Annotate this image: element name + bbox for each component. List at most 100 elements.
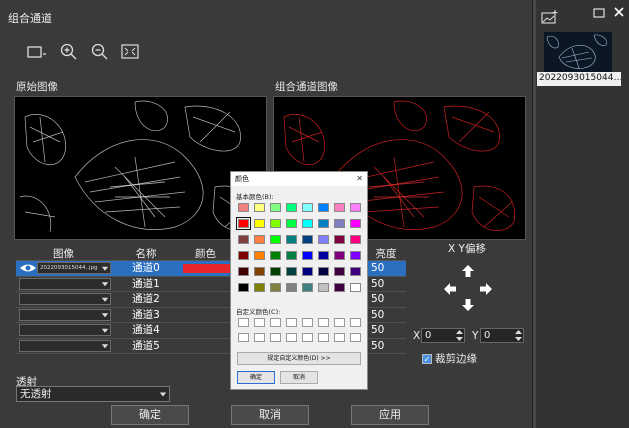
arrow-up-icon[interactable] (461, 264, 475, 278)
arrow-left-icon[interactable] (443, 282, 457, 296)
custom-color-swatch[interactable] (350, 333, 361, 342)
custom-color-swatch[interactable] (286, 333, 297, 342)
image-file-select[interactable] (19, 293, 111, 306)
basic-color-swatch[interactable] (350, 251, 361, 260)
custom-color-swatch[interactable] (334, 318, 345, 327)
basic-color-swatch[interactable] (254, 251, 265, 260)
image-thumbnail[interactable] (544, 32, 612, 72)
custom-color-swatch[interactable] (270, 318, 281, 327)
cancel-button[interactable]: 取消 (231, 405, 309, 425)
basic-color-swatch[interactable] (254, 283, 265, 292)
rect-select-icon[interactable] (26, 42, 48, 62)
image-file-select[interactable] (19, 339, 111, 352)
basic-color-swatch[interactable] (318, 267, 329, 276)
spin-arrows-icon[interactable] (456, 330, 463, 341)
zoom-in-icon[interactable] (58, 42, 80, 62)
custom-color-swatch[interactable] (334, 333, 345, 342)
basic-color-swatch[interactable] (270, 235, 281, 244)
basic-color-swatch[interactable] (302, 251, 313, 260)
basic-color-swatch[interactable] (318, 235, 329, 244)
channel-brightness[interactable]: 50 (366, 308, 406, 323)
arrow-right-icon[interactable] (479, 282, 493, 296)
basic-color-swatch[interactable] (270, 267, 281, 276)
channel-brightness[interactable]: 50 (366, 277, 406, 292)
checkbox-checked-icon[interactable]: ✓ (422, 353, 432, 364)
basic-color-swatch[interactable] (302, 219, 313, 228)
define-custom-colors-button[interactable]: 规定自定义颜色(D) >> (237, 352, 361, 365)
restore-window-icon[interactable] (593, 8, 605, 18)
y-offset-input[interactable]: 0 (480, 328, 524, 343)
dialog-ok-button[interactable]: 确定 (237, 371, 275, 384)
channel-brightness[interactable]: 50 (366, 261, 406, 276)
basic-color-swatch[interactable] (254, 267, 265, 276)
basic-color-swatch[interactable] (350, 203, 361, 212)
channel-brightness[interactable]: 50 (366, 339, 406, 354)
basic-color-swatch[interactable] (254, 235, 265, 244)
basic-color-swatch[interactable] (318, 283, 329, 292)
basic-color-swatch[interactable] (286, 235, 297, 244)
image-file-select[interactable] (19, 324, 111, 337)
basic-color-swatch[interactable] (350, 219, 361, 228)
basic-color-swatch[interactable] (238, 203, 249, 212)
basic-color-swatch[interactable] (334, 267, 345, 276)
basic-color-swatch[interactable] (254, 219, 265, 228)
basic-color-swatch[interactable] (236, 217, 251, 230)
basic-color-swatch[interactable] (238, 251, 249, 260)
basic-color-swatch[interactable] (302, 203, 313, 212)
apply-button[interactable]: 应用 (351, 405, 429, 425)
image-file-select[interactable]: 2022093015044..jpg (37, 262, 111, 275)
basic-color-swatch[interactable] (350, 235, 361, 244)
crop-edge-checkbox[interactable]: ✓ 裁剪边缘 (422, 351, 477, 366)
basic-color-swatch[interactable] (334, 251, 345, 260)
spin-arrows-icon[interactable] (515, 330, 522, 341)
custom-color-swatch[interactable] (350, 318, 361, 327)
custom-color-swatch[interactable] (318, 318, 329, 327)
basic-color-swatch[interactable] (238, 235, 249, 244)
custom-color-swatch[interactable] (318, 333, 329, 342)
fit-to-window-icon[interactable] (120, 42, 142, 62)
basic-color-swatch[interactable] (270, 219, 281, 228)
basic-color-swatch[interactable] (286, 219, 297, 228)
x-offset-input[interactable]: 0 (421, 328, 465, 343)
basic-color-swatch[interactable] (238, 267, 249, 276)
basic-color-swatch[interactable] (286, 203, 297, 212)
basic-color-swatch[interactable] (270, 283, 281, 292)
custom-color-swatch[interactable] (254, 333, 265, 342)
custom-color-swatch[interactable] (238, 333, 249, 342)
basic-color-swatch[interactable] (302, 235, 313, 244)
visibility-eye-icon[interactable] (19, 262, 37, 274)
custom-color-swatch[interactable] (302, 333, 313, 342)
basic-color-swatch[interactable] (318, 251, 329, 260)
image-file-select[interactable] (19, 277, 111, 290)
custom-color-swatch[interactable] (286, 318, 297, 327)
basic-color-swatch[interactable] (318, 203, 329, 212)
basic-color-swatch[interactable] (350, 267, 361, 276)
basic-color-swatch[interactable] (302, 283, 313, 292)
custom-color-swatch[interactable] (238, 318, 249, 327)
basic-color-swatch[interactable] (350, 283, 361, 292)
basic-color-swatch[interactable] (302, 267, 313, 276)
dialog-cancel-button[interactable]: 取消 (280, 371, 318, 384)
custom-color-swatch[interactable] (254, 318, 265, 327)
basic-color-swatch[interactable] (286, 283, 297, 292)
zoom-out-icon[interactable] (89, 42, 111, 62)
basic-color-swatch[interactable] (334, 283, 345, 292)
basic-color-swatch[interactable] (238, 283, 249, 292)
channel-brightness[interactable]: 50 (366, 323, 406, 338)
basic-color-swatch[interactable] (270, 251, 281, 260)
channel-brightness[interactable]: 50 (366, 292, 406, 307)
basic-color-swatch[interactable] (334, 203, 345, 212)
custom-color-swatch[interactable] (302, 318, 313, 327)
basic-color-swatch[interactable] (286, 267, 297, 276)
ok-button[interactable]: 确定 (111, 405, 189, 425)
transmission-select[interactable]: 无透射 (16, 386, 170, 402)
basic-color-swatch[interactable] (318, 219, 329, 228)
basic-color-swatch[interactable] (334, 235, 345, 244)
add-image-icon[interactable] (541, 9, 559, 25)
basic-color-swatch[interactable] (254, 203, 265, 212)
thumbnail-label[interactable]: 2022093015044… (537, 72, 621, 86)
custom-color-swatch[interactable] (270, 333, 281, 342)
close-icon[interactable]: ✕ (356, 172, 363, 186)
basic-color-swatch[interactable] (270, 203, 281, 212)
arrow-down-icon[interactable] (461, 298, 475, 312)
